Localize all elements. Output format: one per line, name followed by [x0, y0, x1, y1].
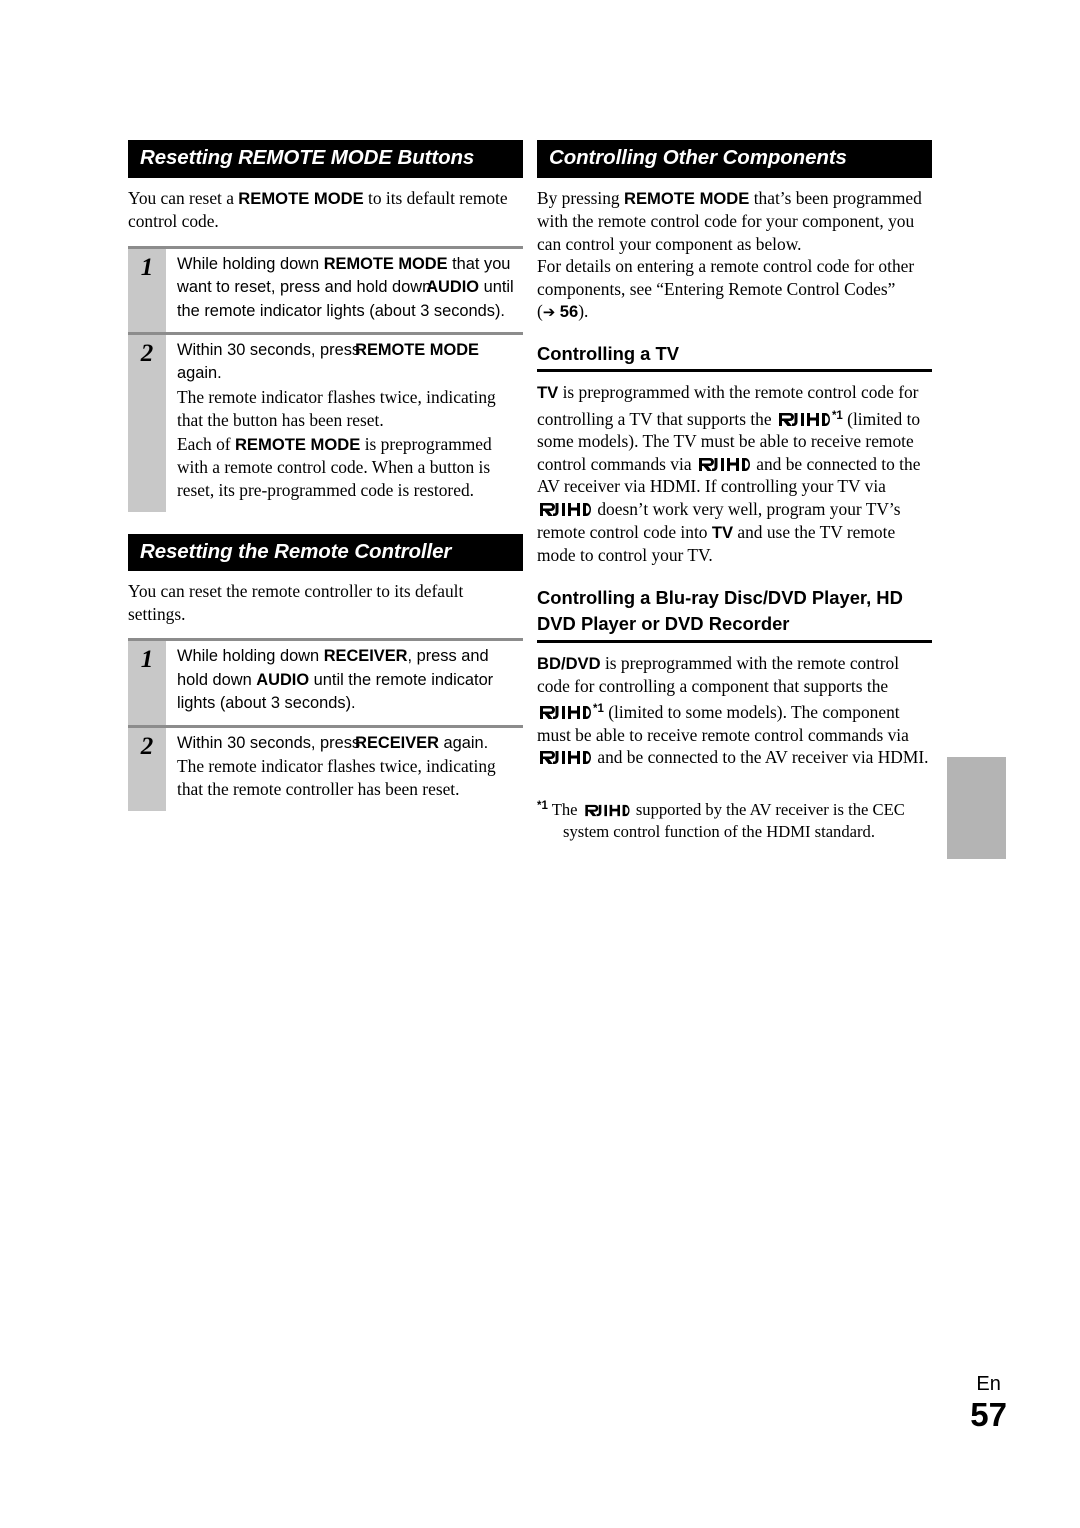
bd-paragraph: BD/DVD is preprogrammed with the remote … — [537, 652, 932, 769]
manual-page: Resetting REMOTE MODE Buttons You can re… — [0, 0, 1080, 1528]
step-bold-button-2: AUDIO — [256, 670, 310, 689]
step-text-a: While holding down — [177, 647, 324, 666]
right-intro-paragraph-2: For details on entering a remote control… — [537, 255, 932, 324]
right-intro-text-a: By pressing — [537, 187, 624, 208]
bd-bold-button: BD/DVD — [537, 653, 601, 673]
subheading-line-2: DVD Player or DVD Recorder — [537, 612, 790, 634]
chapter-tab-marker — [947, 757, 1006, 859]
step-number: 1 — [128, 248, 166, 332]
step-row: 2 Within 30 seconds, pressREMOTE MODE ag… — [128, 334, 523, 512]
subheading-underline — [537, 639, 932, 643]
step-note-1: The remote indicator flashes twice, indi… — [177, 386, 496, 431]
step-bold-button: REMOTE MODE — [355, 340, 479, 359]
step-instruction: While holding down RECEIVER, press and h… — [177, 645, 523, 715]
subheading-controlling-a-tv: Controlling a TV — [537, 343, 680, 365]
tv-paragraph: TV is preprogrammed with the remote cont… — [537, 381, 932, 567]
subheading-line-1: Controlling a Blu-ray Disc/DVD Player, H… — [537, 586, 903, 608]
section-heading-resetting-the-remote-controller: Resetting the Remote Controller — [128, 533, 523, 572]
cross-ref-page-number: 56 — [559, 302, 579, 322]
step-text-a: While holding down — [177, 254, 324, 273]
section-heading-controlling-other-components: Controlling Other Components — [537, 140, 932, 178]
step-content: Within 30 seconds, pressREMOTE MODE agai… — [166, 335, 523, 512]
right-intro-bold: REMOTE MODE — [623, 188, 750, 208]
language-label: En — [976, 1373, 1001, 1395]
step-number: 1 — [128, 641, 166, 725]
subheading-underline — [537, 369, 932, 373]
step-bold-button: RECEIVER — [355, 733, 439, 752]
page-footer: En 57 — [970, 1373, 1007, 1433]
arrow-right-icon: ➔ — [542, 303, 556, 322]
step-content: Within 30 seconds, pressRECEIVER again. … — [166, 728, 523, 811]
step-content: While holding down REMOTE MODE that you … — [166, 249, 523, 332]
step-text-a: Within 30 seconds, press — [177, 340, 361, 359]
right-intro2-text: For details on entering a remote control… — [537, 256, 915, 299]
right-column: Controlling Other Components By pressing… — [537, 140, 932, 843]
step-number: 2 — [128, 727, 166, 811]
section2-steps: 1 While holding down RECEIVER, press and… — [128, 641, 523, 811]
step-note-text-a: Each of — [177, 433, 235, 454]
step-bold-button: REMOTE MODE — [323, 254, 448, 273]
footnote-ref: *1 — [831, 409, 843, 422]
step-note-1: The remote indicator flashes twice, indi… — [177, 756, 496, 800]
section2-intro-paragraph: You can reset the remote controller to i… — [128, 581, 464, 624]
step-instruction: Within 30 seconds, pressREMOTE MODE agai… — [177, 339, 523, 386]
right-intro-paragraph-1: By pressing REMOTE MODE that’s been prog… — [537, 187, 932, 256]
step-instruction: Within 30 seconds, pressRECEIVER again. — [177, 732, 523, 755]
step-row: 1 While holding down RECEIVER, press and… — [128, 641, 523, 725]
section-heading-resetting-remote-mode-buttons: Resetting REMOTE MODE Buttons — [128, 140, 523, 178]
step-text-a: Within 30 seconds, press — [177, 733, 361, 752]
page-number: 57 — [970, 1396, 1007, 1433]
step-bold-button-2: AUDIO — [426, 278, 480, 297]
step-note-bold: REMOTE MODE — [234, 434, 361, 454]
step-number: 2 — [128, 334, 166, 512]
rihd-logo-icon — [778, 412, 830, 427]
step-text-b: again. — [177, 364, 222, 383]
step-row: 1 While holding down REMOTE MODE that yo… — [128, 248, 523, 332]
footnote-marker: *1 — [537, 799, 548, 812]
rihd-logo-icon — [539, 705, 591, 720]
step-instruction: While holding down REMOTE MODE that you … — [177, 253, 523, 323]
step-note-2: Each of REMOTE MODE is preprogrammed wit… — [177, 433, 523, 503]
step-row: 2 Within 30 seconds, pressRECEIVER again… — [128, 727, 523, 811]
rihd-logo-icon — [698, 457, 750, 472]
footnote-text-a: The — [547, 799, 582, 819]
rihd-logo-icon — [539, 502, 591, 517]
step-bold-button: RECEIVER — [323, 647, 408, 666]
step-content: While holding down RECEIVER, press and h… — [166, 641, 523, 724]
rihd-logo-icon — [539, 750, 591, 765]
cross-ref-close-paren: ). — [578, 301, 589, 322]
bd-text-3: and be connected to the AV receiver via … — [593, 747, 929, 768]
footnote-block: *1 The supported by the AV receiver is t… — [537, 795, 932, 843]
step-text-b: again. — [438, 733, 489, 752]
section1-steps: 1 While holding down REMOTE MODE that yo… — [128, 248, 523, 512]
section1-intro-paragraph: You can reset a REMOTE MODE to its defau… — [128, 187, 523, 233]
footnote-ref: *1 — [593, 703, 604, 715]
left-column: Resetting REMOTE MODE Buttons You can re… — [128, 140, 523, 811]
section1-intro-bold: REMOTE MODE — [238, 188, 364, 208]
section1-intro-text-a: You can reset a — [128, 187, 239, 208]
rihd-logo-icon — [584, 804, 630, 817]
tv-bold-button: TV — [537, 383, 559, 403]
tv-bold-button-2: TV — [711, 522, 734, 542]
subheading-controlling-bd-dvd: Controlling a Blu-ray Disc/DVD Player, H… — [537, 585, 932, 637]
